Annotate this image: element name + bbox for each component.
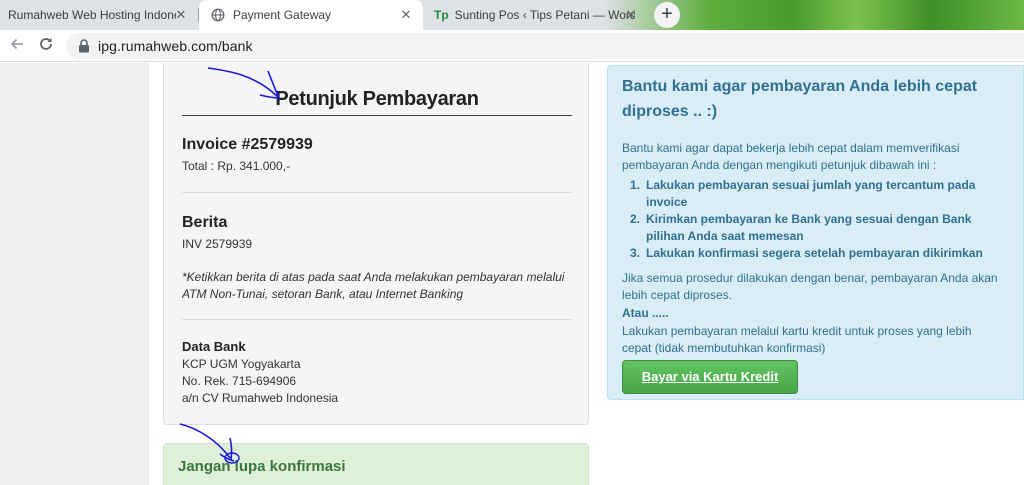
berita-heading: Berita <box>182 214 228 231</box>
steps-list: 1. Lakukan pembayaran sesuai jumlah yang … <box>622 177 1002 262</box>
new-tab-button[interactable]: + <box>654 2 680 28</box>
berita-note: *Ketikkan berita di atas pada saat Anda … <box>182 270 565 301</box>
list-item: 1. Lakukan pembayaran sesuai jumlah yang … <box>630 178 976 209</box>
url-text: ipg.rumahweb.com/bank <box>98 38 253 54</box>
info-title: Bantu kami agar pembayaran Anda lebih ce… <box>622 78 978 120</box>
tab-sunting-pos[interactable]: Tp Sunting Pos ‹ Tips Petani — WordPress… <box>426 0 648 30</box>
page-title: Petunjuk Pembayaran <box>182 83 572 116</box>
invoice-total: Total : Rp. 341.000,- <box>182 159 291 173</box>
reload-button[interactable] <box>36 36 56 56</box>
divider <box>182 319 572 320</box>
invoice-heading: Invoice #2579939 <box>182 136 313 153</box>
back-button[interactable] <box>7 36 27 56</box>
left-gutter <box>0 63 149 485</box>
atau-label: Atau ..... <box>622 306 669 320</box>
berita-value: INV 2579939 <box>182 237 253 251</box>
tab-title: Payment Gateway <box>233 8 332 22</box>
info-alternative: Lakukan pembayaran melalui kartu kredit … <box>622 324 972 355</box>
pay-credit-card-button[interactable]: Bayar via Kartu Kredit <box>622 360 798 394</box>
info-summary: Jika semua prosedur dilakukan dengan ben… <box>622 271 998 302</box>
tab-title: Sunting Pos ‹ Tips Petani — WordPress <box>454 8 635 22</box>
list-item: 2. Kirimkan pembayaran ke Bank yang sesua… <box>630 212 972 243</box>
tab-payment-gateway[interactable]: Payment Gateway ✕ <box>199 0 423 30</box>
globe-icon <box>211 8 225 22</box>
browser-toolbar: ipg.rumahweb.com/bank <box>0 30 1024 62</box>
page-content: Petunjuk Pembayaran Invoice #2579939 Tot… <box>0 63 1024 485</box>
close-icon[interactable]: ✕ <box>624 8 638 22</box>
info-intro: Bantu kami agar dapat bekerja lebih cepa… <box>622 141 960 172</box>
close-icon[interactable]: ✕ <box>174 8 188 22</box>
divider <box>182 192 572 193</box>
tab-rumahweb[interactable]: Rumahweb Web Hosting Indonesia ✕ <box>0 0 198 30</box>
bank-branch: KCP UGM Yogyakarta <box>182 357 301 371</box>
list-item: 3. Lakukan konfirmasi segera setelah pemb… <box>630 246 983 260</box>
bank-heading: Data Bank <box>182 339 246 354</box>
help-info-panel: Bantu kami agar pembayaran Anda lebih ce… <box>607 65 1024 400</box>
lock-icon <box>79 39 89 53</box>
payment-instructions-panel: Petunjuk Pembayaran Invoice #2579939 Tot… <box>163 63 589 425</box>
tab-title: Rumahweb Web Hosting Indonesia <box>8 8 176 22</box>
confirmation-panel: Jangan lupa konfirmasi <box>163 443 589 485</box>
address-bar[interactable]: ipg.rumahweb.com/bank <box>66 33 1024 59</box>
bank-account-name: a/n CV Rumahweb Indonesia <box>182 391 339 405</box>
reload-icon <box>40 38 52 50</box>
tab-strip: Rumahweb Web Hosting Indonesia ✕ Payment… <box>0 0 1024 30</box>
tp-favicon-icon: Tp <box>434 8 449 22</box>
arrow-left-icon <box>10 38 23 50</box>
bank-account-number: No. Rek. 715-694906 <box>182 374 297 388</box>
close-icon[interactable]: ✕ <box>399 8 413 22</box>
confirmation-title: Jangan lupa konfirmasi <box>178 458 346 475</box>
